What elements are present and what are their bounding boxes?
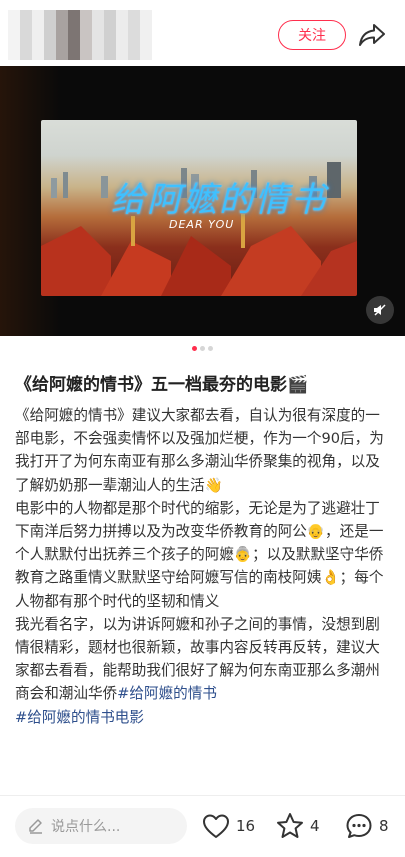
comments-button[interactable]: 8 [345, 810, 389, 842]
post-body: 《给阿嬷的情书》建议大家都去看，自认为很有深度的一部电影，不会强卖情怀以及强加烂… [15, 404, 391, 729]
movie-subtitle-overlay: DEAR YOU [169, 218, 235, 231]
pagination-dot [208, 346, 213, 351]
post-paragraph: 《给阿嬷的情书》建议大家都去看，自认为很有深度的一部电影，不会强卖情怀以及强加烂… [15, 407, 384, 494]
comment-bubble-icon [346, 814, 372, 838]
movie-title-overlay: 给阿嬷的情书 [111, 180, 327, 220]
favorite-count: 4 [310, 817, 320, 835]
speaker-mute-icon [374, 304, 386, 316]
post-header: 关注 [0, 0, 405, 64]
favorite-button[interactable]: 4 [276, 810, 320, 842]
heart-icon [203, 814, 229, 838]
post-image-carousel[interactable]: 给阿嬷的情书 DEAR YOU [0, 66, 405, 336]
comment-placeholder: 说点什么... [51, 819, 121, 835]
pagination-dot [200, 346, 205, 351]
post-paragraph: 电影中的人物都是那个时代的缩影，无论是为了逃避壮丁下南洋后努力拼搏以及为改变华侨… [15, 499, 384, 610]
hashtag-link[interactable]: #给阿嬷的情书 [117, 685, 217, 702]
author-avatar-and-name[interactable] [8, 10, 158, 60]
post-title: 《给阿嬷的情书》五一档最夯的电影🎬 [15, 375, 309, 395]
bottom-action-bar: 说点什么... 16 4 8 [0, 795, 405, 857]
follow-button[interactable]: 关注 [278, 20, 346, 50]
share-arrow-icon[interactable] [358, 22, 386, 48]
star-icon [277, 813, 303, 838]
hashtag-link[interactable]: #给阿嬷的情书电影 [15, 709, 144, 726]
comment-count: 8 [379, 817, 389, 835]
cinema-screen-image: 给阿嬷的情书 DEAR YOU [41, 120, 357, 296]
mute-button[interactable] [366, 296, 394, 324]
pencil-icon [29, 819, 42, 834]
like-count: 16 [236, 817, 256, 835]
carousel-pagination [0, 346, 405, 352]
pagination-dot-active [192, 346, 197, 351]
like-button[interactable]: 16 [202, 810, 255, 842]
comment-input[interactable]: 说点什么... [15, 808, 187, 844]
